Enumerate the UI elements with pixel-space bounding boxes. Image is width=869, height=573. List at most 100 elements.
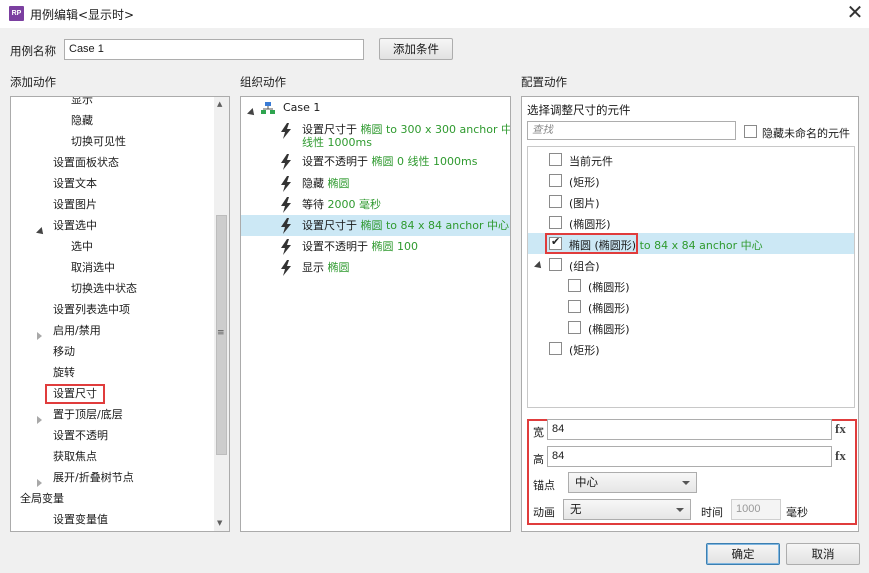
action-item[interactable]: 移动 [11, 341, 213, 362]
organized-action-row[interactable]: 显示 椭圆 [241, 257, 510, 278]
action-verb: 设置不透明于 [302, 155, 368, 168]
action-item[interactable]: 切换选中状态 [11, 278, 213, 299]
widget-checkbox[interactable] [549, 174, 562, 187]
anchor-value: 中心 [575, 475, 598, 489]
organized-action-row[interactable]: 隐藏 椭圆 [241, 173, 510, 194]
action-item[interactable]: 旋转 [11, 362, 213, 383]
widget-row[interactable]: (矩形) [528, 170, 854, 191]
action-item[interactable]: 设置列表选中项 [11, 299, 213, 320]
widget-checkbox[interactable] [568, 279, 581, 292]
grip-icon: ≡ [217, 328, 225, 338]
widget-row[interactable]: (椭圆形) [528, 317, 854, 338]
organized-action-row[interactable]: 等待 2000 毫秒 [241, 194, 510, 215]
widget-row[interactable]: 椭圆 (椭圆形) to 84 x 84 anchor 中心 [528, 233, 854, 254]
widget-row[interactable]: (图片) [528, 191, 854, 212]
action-item-label: 启用/禁用 [53, 324, 101, 337]
height-fx-button[interactable]: fx [835, 448, 846, 464]
action-item-label: 设置列表选中项 [53, 303, 130, 316]
action-item[interactable]: 设置变量值 [11, 509, 213, 530]
lightning-icon [280, 197, 292, 216]
widget-tree: 当前元件 (矩形) (图片) (椭圆形) 椭圆 (椭圆形) to 84 x 84 anc… [527, 146, 855, 408]
organized-action-row[interactable]: 设置尺寸于 椭圆 to 84 x 84 anchor 中心 [241, 215, 510, 236]
configure-subtitle: 选择调整尺寸的元件 [527, 103, 631, 117]
action-item-label: 设置不透明 [53, 429, 108, 442]
action-item[interactable]: 设置尺寸 [11, 383, 213, 404]
chevron-down-icon [682, 481, 690, 485]
action-item[interactable]: 取消选中 [11, 257, 213, 278]
organized-action-text: 显示 椭圆 [302, 261, 350, 274]
width-label: 宽 [533, 426, 544, 439]
widget-row[interactable]: (组合) [528, 254, 854, 275]
organized-action-text: 设置不透明于 椭圆 0 线性 1000ms [302, 155, 477, 168]
widget-row[interactable]: (矩形) [528, 338, 854, 359]
app-logo-icon: RP [9, 6, 24, 21]
widget-checkbox[interactable] [568, 321, 581, 334]
add-condition-button[interactable]: 添加条件 [379, 38, 453, 60]
widget-label: (椭圆形) [588, 323, 630, 336]
scrollbar[interactable]: ▲ ≡ ▼ [214, 97, 229, 531]
action-item[interactable]: 置于顶层/底层 [11, 404, 213, 425]
action-item[interactable]: 启用/禁用 [11, 320, 213, 341]
hide-unnamed-checkbox[interactable] [744, 125, 757, 138]
time-input[interactable]: 1000 [731, 499, 781, 520]
widget-checkbox[interactable] [549, 195, 562, 208]
widget-checkbox[interactable] [568, 300, 581, 313]
ms-label: 毫秒 [786, 506, 808, 519]
case-name-input[interactable]: Case 1 [64, 39, 364, 60]
action-item[interactable]: 展开/折叠树节点 [11, 467, 213, 488]
lightning-icon [280, 239, 292, 258]
close-icon[interactable]: ✕ [844, 2, 866, 24]
widget-row[interactable]: (椭圆形) [528, 296, 854, 317]
action-item[interactable]: 隐藏 [11, 110, 213, 131]
window-title: 用例编辑<显示时> [30, 8, 135, 22]
scroll-up-icon[interactable]: ▲ [217, 100, 222, 108]
action-item[interactable]: 选中 [11, 236, 213, 257]
action-item[interactable]: 设置不透明 [11, 425, 213, 446]
action-item[interactable]: 设置图片 [11, 194, 213, 215]
action-item-label: 中继器 [20, 530, 53, 531]
action-verb: 等待 [302, 198, 324, 211]
expanded-arrow-icon[interactable] [534, 259, 544, 272]
widget-row[interactable]: 当前元件 [528, 149, 854, 170]
organized-action-text: 设置不透明于 椭圆 100 [302, 240, 418, 253]
organized-action-text: 设置尺寸于 椭圆 to 84 x 84 anchor 中心 [302, 219, 509, 232]
animation-value: 无 [570, 502, 582, 516]
action-item[interactable]: 设置面板状态 [11, 152, 213, 173]
action-item[interactable]: 中继器 [11, 530, 213, 531]
action-item[interactable]: 显示 [11, 97, 213, 110]
action-item-label: 设置图片 [53, 198, 97, 211]
width-fx-button[interactable]: fx [835, 421, 846, 437]
height-input[interactable]: 84 [547, 446, 832, 467]
organized-action-row[interactable]: 设置尺寸于 椭圆 to 300 x 300 anchor 中心 线性 1000ms [241, 121, 510, 151]
action-item[interactable]: 全局变量 [11, 488, 213, 510]
ok-button[interactable]: 确定 [706, 543, 780, 565]
action-item[interactable]: 切换可见性 [11, 131, 213, 152]
action-verb: 隐藏 [302, 177, 324, 190]
action-detail: 2000 毫秒 [327, 198, 382, 211]
add-action-list: 显示 隐藏 切换可见性 设置面板状态 设置文本 设置图片 设置选中 选中 取消选中 切换选中状态设… [11, 97, 213, 531]
width-input[interactable]: 84 [547, 419, 832, 440]
action-item[interactable]: 设置选中 [11, 215, 213, 237]
widget-search-input[interactable]: 查找 [527, 121, 736, 140]
scroll-down-icon[interactable]: ▼ [217, 519, 222, 527]
widget-row[interactable]: (椭圆形) [528, 275, 854, 296]
add-action-header: 添加动作 [10, 75, 56, 89]
animation-select[interactable]: 无 [563, 499, 691, 520]
widget-checkbox[interactable] [549, 258, 562, 271]
widget-checkbox[interactable] [549, 235, 562, 250]
organized-action-text: 设置尺寸于 椭圆 to 300 x 300 anchor 中心 线性 1000ms [302, 123, 510, 149]
widget-checkbox[interactable] [549, 342, 562, 355]
organized-action-row[interactable]: 设置不透明于 椭圆 0 线性 1000ms [241, 151, 510, 172]
action-item[interactable]: 获取焦点 [11, 446, 213, 467]
anchor-select[interactable]: 中心 [568, 472, 697, 493]
widget-label: (图片) [569, 197, 600, 210]
action-item[interactable]: 设置文本 [11, 173, 213, 194]
widget-label-wrap: (椭圆形) [588, 300, 630, 316]
widget-checkbox[interactable] [549, 216, 562, 229]
action-verb: 显示 [302, 261, 324, 274]
cancel-button[interactable]: 取消 [786, 543, 860, 565]
widget-checkbox[interactable] [549, 153, 562, 166]
widget-label-wrap: 椭圆 (椭圆形) to 84 x 84 anchor 中心 [569, 237, 763, 253]
widget-row[interactable]: (椭圆形) [528, 212, 854, 233]
organized-action-row[interactable]: 设置不透明于 椭圆 100 [241, 236, 510, 257]
